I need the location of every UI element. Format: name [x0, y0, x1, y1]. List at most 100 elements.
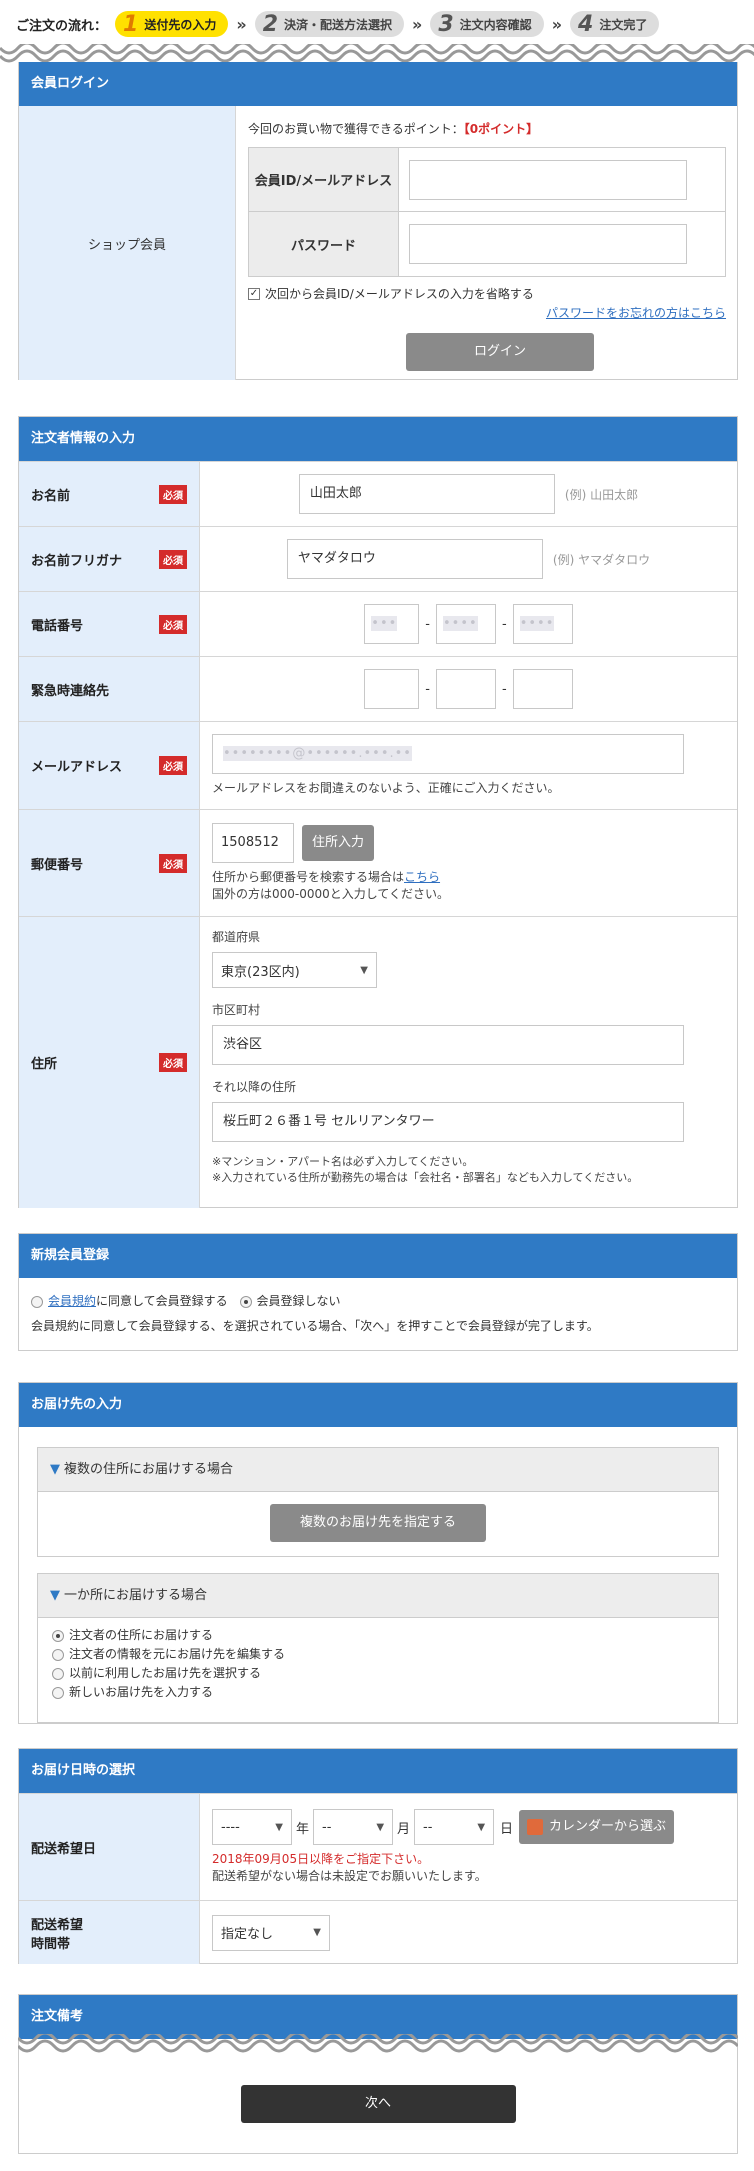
name-example: (例) 山田太郎	[564, 487, 639, 502]
login-button[interactable]: ログイン	[406, 333, 594, 371]
multi-address-box: ▼ 複数の住所にお届けする場合 複数のお届け先を指定する	[37, 1447, 719, 1557]
terms-link[interactable]: 会員規約	[48, 1294, 96, 1308]
date-label: 配送希望日	[31, 1841, 97, 1857]
step-1: 1 送付先の入力	[115, 11, 229, 37]
date-warning: 2018年09月05日以降をご指定下さい。	[212, 1852, 430, 1866]
time-label-2: 時間帯	[31, 1936, 71, 1952]
time-select[interactable]: 指定なし ▼	[212, 1914, 330, 1951]
dash: -	[425, 681, 430, 697]
wave-divider	[18, 2034, 738, 2053]
next-button[interactable]: 次へ	[240, 2085, 516, 2123]
member-id-input[interactable]	[409, 159, 687, 200]
multi-address-button[interactable]: 複数のお届け先を指定する	[270, 1504, 486, 1542]
step-number: 3	[438, 11, 454, 37]
zip-hint-2: 国外の方は000-0000と入力してください。	[212, 887, 450, 901]
street-label: それ以降の住所	[212, 1080, 297, 1094]
calendar-icon	[527, 1819, 544, 1835]
shop-member-cell: ショップ会員	[19, 106, 236, 380]
register-panel: 新規会員登録 会員規約に同意して会員登録する 会員登録しない 会員規約に同意して…	[18, 1233, 738, 1351]
register-title: 新規会員登録	[19, 1234, 737, 1278]
emergency-input-2[interactable]	[436, 669, 496, 709]
zip-address-button[interactable]: 住所入力	[302, 825, 374, 861]
kana-row: お名前フリガナ 必須 ヤマダタロウ (例) ヤマダタロウ	[19, 526, 737, 591]
street-input[interactable]: 桜丘町２６番１号 セルリアンタワー	[212, 1102, 684, 1142]
dropdown-arrow-icon: ▼	[360, 964, 368, 976]
delivery-option-3[interactable]: 以前に利用したお届け先を選択する	[52, 1664, 706, 1683]
agree-label: に同意して会員登録する	[96, 1294, 228, 1308]
emergency-input-3[interactable]	[512, 669, 573, 709]
emergency-input-1[interactable]	[364, 669, 420, 709]
city-input[interactable]: 渋谷区	[212, 1025, 684, 1065]
dropdown-arrow-icon: ▼	[313, 1927, 321, 1938]
radio-icon	[52, 1629, 64, 1642]
option-label: 以前に利用したお届け先を選択する	[69, 1666, 262, 1680]
phone-label: 電話番号	[31, 618, 84, 634]
orderer-panel: 注文者情報の入力 お名前 必須 山田太郎 (例) 山田太郎 お名前フリガナ 必須 ヤマ…	[18, 416, 738, 1208]
multi-head-label: 複数の住所にお届けする場合	[64, 1462, 234, 1477]
delivery-option-4[interactable]: 新しいお届け先を入力する	[52, 1683, 706, 1702]
datetime-panel: お届け日時の選択 配送希望日 ---- ▼ 年 -- ▼ 月 -- ▼ 日 カレンダー…	[18, 1748, 738, 1964]
phone-input-1[interactable]: •••	[371, 616, 398, 631]
calendar-button-label: カレンダーから選ぶ	[549, 1819, 667, 1834]
orderer-title: 注文者情報の入力	[19, 417, 737, 461]
time-row: 配送希望時間帯 指定なし ▼	[19, 1900, 737, 1964]
date-note: 配送希望がない場合は未設定でお願いいたします。	[212, 1869, 487, 1883]
single-head-label: 一か所にお届けする場合	[64, 1588, 208, 1603]
month-value: --	[322, 1819, 332, 1835]
phone-input-2[interactable]: ••••	[443, 616, 478, 631]
email-hint: メールアドレスをお間違えのないよう、正確にご入力ください。	[212, 781, 560, 795]
required-badge: 必須	[159, 549, 187, 569]
time-label-1: 配送希望	[31, 1917, 84, 1933]
delivery-title: お届け先の入力	[19, 1383, 737, 1427]
date-row: 配送希望日 ---- ▼ 年 -- ▼ 月 -- ▼ 日 カレンダーから選ぶ 2018…	[19, 1793, 737, 1900]
delivery-option-1[interactable]: 注文者の住所にお届けする	[52, 1626, 706, 1645]
dropdown-arrow-icon: ▼	[275, 1821, 283, 1833]
address-note-1: ※マンション・アパート名は必ず入力してください。	[212, 1155, 474, 1168]
email-input[interactable]: ••••••••@••••••.•••.••	[223, 746, 412, 761]
required-badge: 必須	[159, 756, 187, 775]
option-label: 新しいお届け先を入力する	[69, 1685, 214, 1699]
zip-row: 郵便番号 必須 1508512 住所入力 住所から郵便番号を検索する場合はこちら …	[19, 809, 737, 916]
id-label: 会員ID/メールアドレス	[249, 148, 399, 211]
password-input[interactable]	[409, 224, 687, 264]
name-input[interactable]: 山田太郎	[298, 474, 555, 514]
prefecture-select[interactable]: 東京(23区内) ▼	[212, 952, 377, 988]
flow-label: ご注文の流れ：	[16, 18, 108, 34]
emergency-row: 緊急時連絡先 - -	[19, 656, 737, 721]
zip-input[interactable]: 1508512	[212, 823, 294, 863]
phone-input-3[interactable]: ••••	[519, 616, 555, 631]
forgot-password-link[interactable]: パスワードをお忘れの方はこちら	[546, 306, 726, 320]
kana-label: お名前フリガナ	[31, 553, 123, 569]
delivery-option-2[interactable]: 注文者の情報を元にお届け先を編集する	[52, 1645, 706, 1664]
kana-example: (例) ヤマダタロウ	[552, 552, 651, 567]
step-number: 1	[123, 11, 139, 37]
email-label: メールアドレス	[31, 760, 123, 775]
remember-checkbox[interactable]: ✓	[248, 287, 260, 300]
required-badge: 必須	[159, 1053, 187, 1072]
day-select[interactable]: -- ▼	[414, 1809, 495, 1845]
step-label: 送付先の入力	[144, 17, 217, 32]
pref-label: 都道府県	[212, 930, 261, 944]
option-label: 注文者の住所にお届けする	[69, 1628, 214, 1642]
address-note-2: ※入力されている住所が勤務先の場合は「会社名・部署名」なども入力してください。	[212, 1171, 639, 1184]
dash: -	[425, 616, 430, 632]
calendar-button[interactable]: カレンダーから選ぶ	[519, 1810, 675, 1844]
register-agree-radio[interactable]	[31, 1295, 43, 1308]
remember-row: ✓ 次回から会員ID/メールアドレスの入力を省略する	[248, 285, 727, 302]
remarks-panel: 注文備考 次へ	[18, 1994, 738, 2154]
chevron-icon: »	[412, 14, 423, 34]
step-2: 2 決済・配送方法選択	[254, 11, 405, 37]
no-register-radio[interactable]	[239, 1295, 252, 1308]
year-select[interactable]: ---- ▼	[212, 1809, 292, 1845]
dropdown-arrow-icon: ▼	[376, 1821, 385, 1833]
dropdown-arrow-icon: ▼	[477, 1821, 486, 1833]
remember-label: 次回から会員ID/メールアドレスの入力を省略する	[265, 287, 534, 301]
name-label: お名前	[31, 488, 71, 504]
emergency-label: 緊急時連絡先	[31, 683, 110, 699]
step-label: 注文完了	[599, 17, 648, 32]
kana-input[interactable]: ヤマダタロウ	[286, 539, 543, 579]
zip-search-link[interactable]: こちら	[404, 870, 440, 884]
phone-row: 電話番号 必須 ••• - •••• - ••••	[19, 591, 737, 656]
triangle-down-icon: ▼	[50, 1588, 60, 1603]
month-select[interactable]: -- ▼	[313, 1809, 394, 1845]
